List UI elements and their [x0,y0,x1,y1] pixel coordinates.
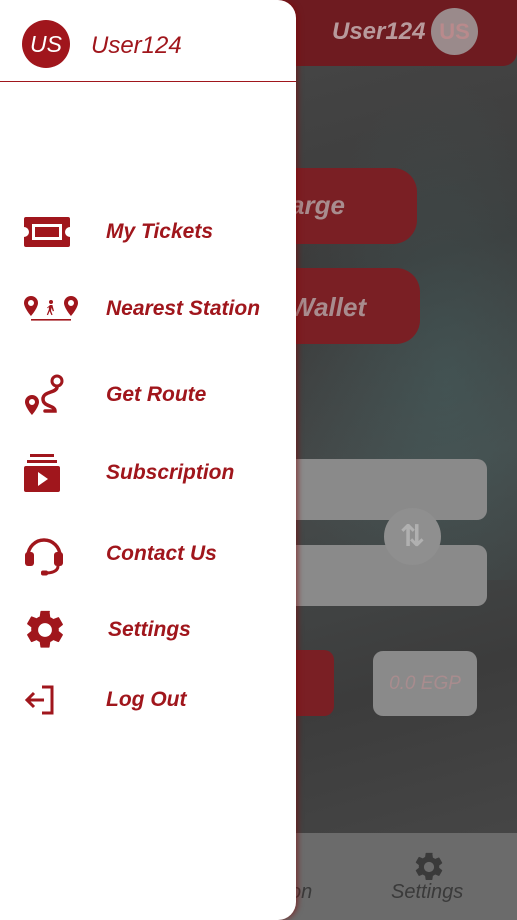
logout-icon [22,676,80,724]
route-icon [22,371,80,419]
swap-stations-button[interactable]: ⇅ [384,508,441,565]
header-username: User124 [332,18,426,45]
menu-item-label: My Tickets [106,220,213,243]
price-display: 0.0 EGP [373,651,477,716]
menu-item-contact-us[interactable]: Contact Us [0,530,296,578]
ticket-icon [22,208,80,256]
gear-icon[interactable] [412,850,446,884]
bottom-nav-settings-label[interactable]: Settings [391,881,463,904]
menu-item-label: Settings [108,618,191,641]
header-avatar[interactable]: US [431,8,478,55]
menu-item-label: Contact Us [106,542,217,565]
to-station-field[interactable] [270,545,487,606]
menu-item-settings[interactable]: Settings [0,606,296,654]
drawer-username: User124 [91,32,182,59]
nearest-station-icon [22,285,80,333]
navigation-drawer: US User124 My Tickets Nearest Station Ge… [0,0,296,920]
from-station-field[interactable] [270,459,487,520]
menu-item-get-route[interactable]: Get Route [0,371,296,419]
headset-icon [22,530,80,578]
menu-item-subscription[interactable]: Subscription [0,449,296,497]
drawer-header: US User124 [0,0,296,82]
gear-icon [22,606,80,654]
subscription-icon [22,449,80,497]
avatar[interactable]: US [22,20,70,68]
menu-item-label: Log Out [106,688,187,711]
menu-item-log-out[interactable]: Log Out [0,676,296,724]
menu-item-label: Subscription [106,461,235,484]
menu-item-nearest-station[interactable]: Nearest Station [0,285,296,333]
menu-item-my-tickets[interactable]: My Tickets [0,208,296,256]
menu-item-label: Nearest Station [106,297,261,320]
menu-item-label: Get Route [106,383,207,406]
